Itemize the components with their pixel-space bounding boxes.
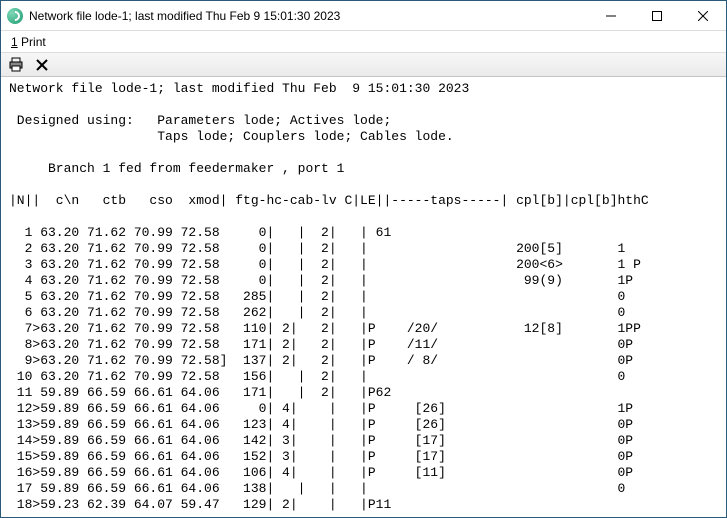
minimize-button[interactable] — [588, 1, 634, 31]
window-title: Network file lode-1; last modified Thu F… — [29, 9, 340, 23]
menu-print[interactable]: 1 Print — [7, 35, 50, 49]
app-icon — [7, 8, 23, 24]
title-bar: Network file lode-1; last modified Thu F… — [1, 1, 726, 31]
menu-bar: 1 Print — [1, 31, 726, 53]
printer-icon[interactable] — [5, 55, 27, 75]
close-icon[interactable] — [31, 55, 53, 75]
report-content[interactable]: Network file lode-1; last modified Thu F… — [1, 77, 726, 517]
close-button[interactable] — [680, 1, 726, 31]
maximize-button[interactable] — [634, 1, 680, 31]
toolbar — [1, 53, 726, 77]
